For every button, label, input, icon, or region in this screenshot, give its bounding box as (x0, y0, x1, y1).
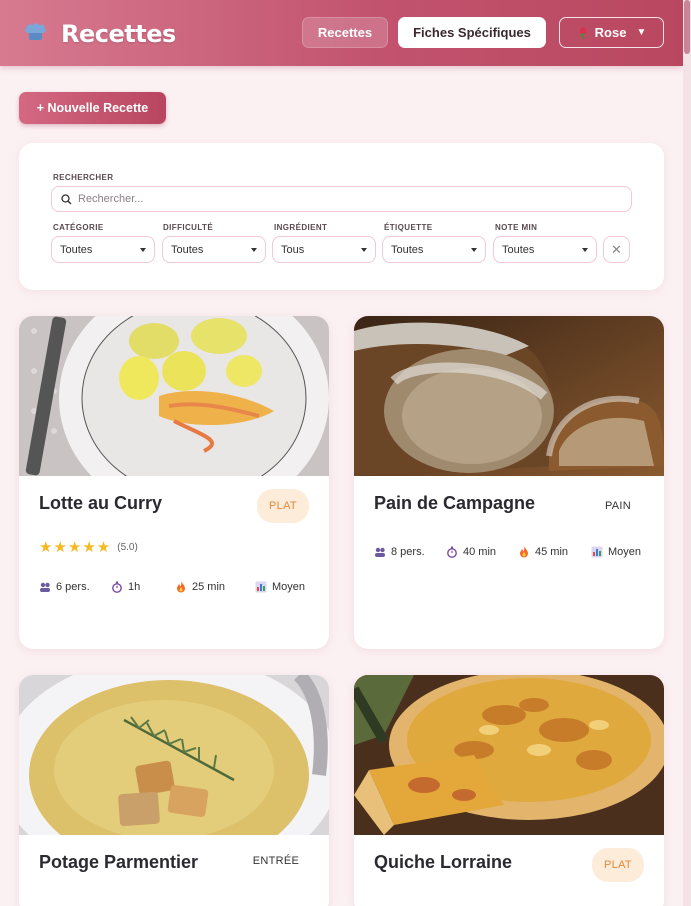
prep-value: 1h (128, 581, 141, 593)
scrollbar-thumb[interactable] (684, 0, 690, 54)
search-label: RECHERCHER (53, 173, 114, 182)
chef-hat-icon (25, 23, 46, 40)
rating-value: (5.0) (117, 541, 138, 553)
theme-label: Rose (594, 25, 627, 40)
fire-icon (177, 581, 185, 593)
recipe-image (354, 316, 664, 476)
difficulty-select[interactable]: Toutes (162, 236, 266, 263)
persons-meta: 6 pers. (39, 581, 111, 593)
persons-meta: 8 pers. (374, 546, 446, 558)
difficulty-value: Moyen (272, 581, 306, 593)
clear-filters-button[interactable]: ✕ (603, 236, 630, 263)
dropdown-caret-icon (251, 247, 257, 252)
chevron-down-icon: ▼ (636, 27, 647, 38)
category-badge: PAIN (604, 500, 632, 512)
persons-value: 6 pers. (56, 581, 90, 593)
search-icon (61, 193, 72, 204)
recipe-card[interactable]: Lotte au Curry PLAT ★★★★★ (5.0) 6 pers. … (19, 316, 329, 649)
min-rating-value: Toutes (502, 243, 535, 256)
close-icon: ✕ (611, 241, 622, 257)
ingredient-select[interactable]: Tous (272, 236, 376, 263)
bar-chart-icon (591, 546, 603, 558)
ingredient-value: Tous (281, 243, 305, 256)
category-value: Toutes (60, 243, 93, 256)
category-badge: PLAT (257, 489, 309, 523)
persons-value: 8 pers. (391, 546, 425, 558)
star-rating: ★★★★★ (5.0) (39, 538, 138, 556)
cook-time-meta: 25 min (175, 581, 255, 593)
category-label: CATÉGORIE (53, 223, 104, 232)
cook-value: 25 min (192, 581, 226, 593)
category-select[interactable]: Toutes (51, 236, 155, 263)
cook-value: 45 min (535, 546, 569, 558)
timer-icon (447, 546, 457, 558)
ingredient-label: INGRÉDIENT (274, 223, 328, 232)
dropdown-caret-icon (582, 247, 588, 252)
filter-panel: RECHERCHER CATÉGORIE Toutes DIFFICULTÉ T… (19, 143, 664, 290)
recipe-meta: 8 pers. 40 min 45 min Moyen (374, 546, 641, 558)
search-field[interactable] (51, 186, 632, 212)
recipe-title: Pain de Campagne (374, 493, 536, 513)
cook-time-meta: 45 min (518, 546, 591, 558)
people-icon (40, 582, 50, 592)
recipe-card[interactable]: Pain de Campagne PAIN 8 pers. 40 min 45 … (354, 316, 664, 649)
prep-time-meta: 1h (111, 581, 175, 593)
difficulty-meta: Moyen (255, 581, 305, 593)
app-title: Recettes (61, 20, 176, 48)
tag-select[interactable]: Toutes (382, 236, 486, 263)
tag-label: ÉTIQUETTE (384, 223, 433, 232)
recipe-meta: 6 pers. 1h 25 min Moyen (39, 581, 305, 593)
category-badge: ENTRÉE (252, 855, 300, 867)
difficulty-label: DIFFICULTÉ (163, 223, 214, 232)
difficulty-value: Toutes (171, 243, 204, 256)
min-rating-label: NOTE MIN (495, 223, 538, 232)
bar-chart-icon (255, 581, 267, 593)
tag-value: Toutes (391, 243, 424, 256)
people-icon (375, 547, 385, 557)
difficulty-value: Moyen (608, 546, 642, 558)
recipe-image (19, 316, 329, 476)
recipe-card[interactable]: Quiche Lorraine PLAT (354, 675, 664, 906)
recipe-card[interactable]: Potage Parmentier ENTRÉE (19, 675, 329, 906)
timer-icon (112, 581, 122, 593)
recipe-title: Potage Parmentier (39, 852, 199, 872)
min-rating-select[interactable]: Toutes (493, 236, 597, 263)
new-recipe-button[interactable]: + Nouvelle Recette (19, 92, 166, 124)
recipe-title: Lotte au Curry (39, 493, 163, 513)
recipe-title: Quiche Lorraine (374, 852, 513, 872)
dropdown-caret-icon (361, 247, 367, 252)
app-header: Recettes Recettes Fiches Spécifiques Ros… (0, 0, 683, 66)
theme-selector-button[interactable]: Rose ▼ (559, 17, 664, 48)
recipe-image (19, 675, 329, 835)
dropdown-caret-icon (140, 247, 146, 252)
nav-fiches-button[interactable]: Fiches Spécifiques (398, 17, 546, 48)
prep-value: 40 min (463, 546, 497, 558)
recipe-image (354, 675, 664, 835)
nav-recettes-button[interactable]: Recettes (302, 17, 388, 48)
fire-icon (520, 546, 528, 558)
scrollbar-track[interactable] (683, 0, 691, 906)
difficulty-meta: Moyen (591, 546, 641, 558)
dropdown-caret-icon (471, 247, 477, 252)
stars-icon: ★★★★★ (39, 539, 112, 556)
rose-icon (579, 26, 586, 39)
prep-time-meta: 40 min (446, 546, 518, 558)
search-input[interactable] (78, 193, 618, 205)
category-badge: PLAT (592, 848, 644, 882)
